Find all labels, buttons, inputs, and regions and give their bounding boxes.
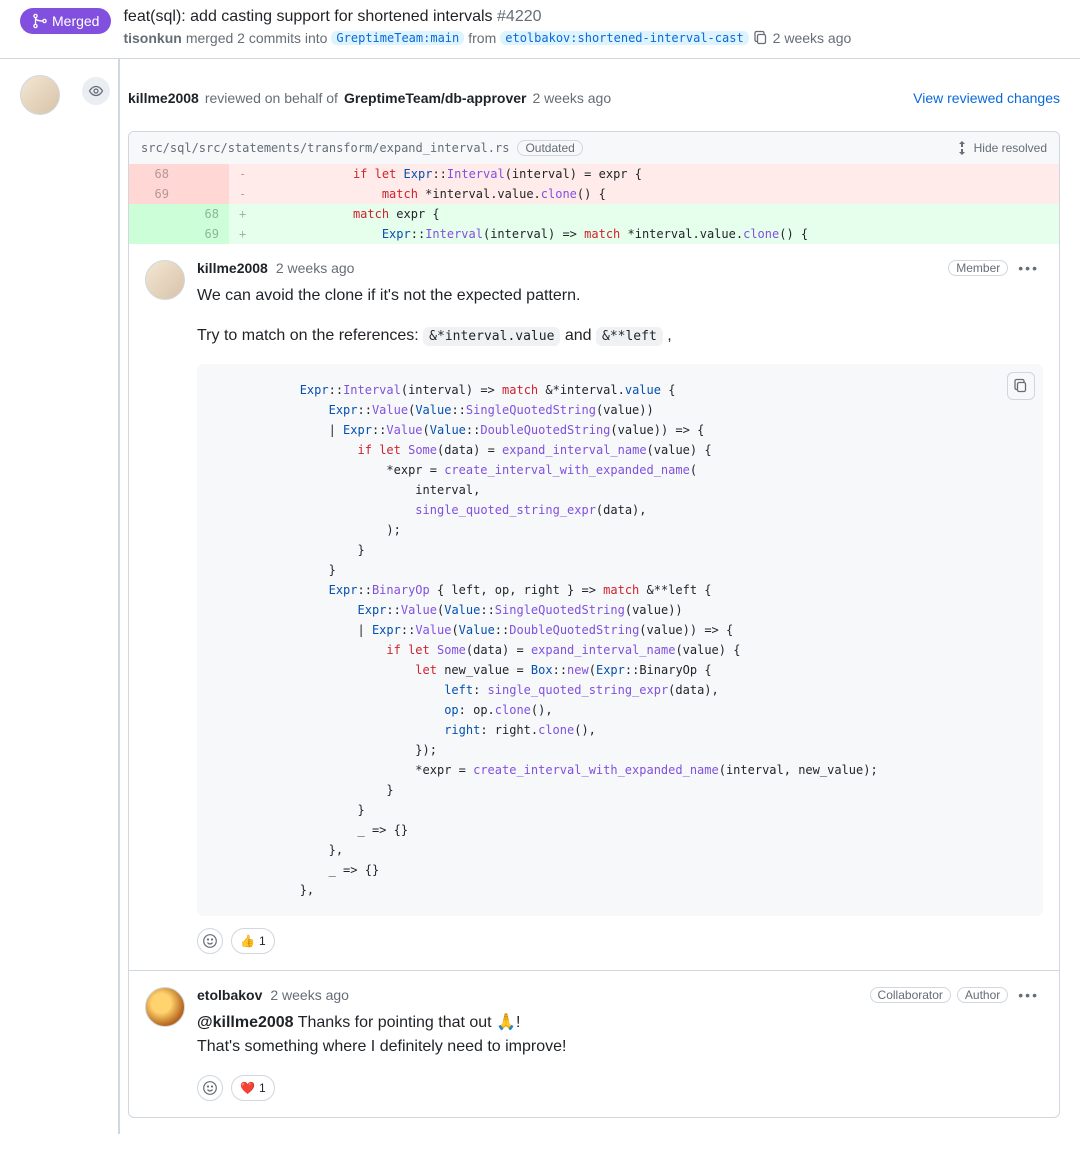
code-block: Expr::Interval(interval) => match &*inte… bbox=[197, 364, 1043, 916]
role-badge: Member bbox=[948, 260, 1008, 276]
diff-table: 68- if let Expr::Interval(interval) = ex… bbox=[129, 164, 1059, 244]
pr-header: Merged feat(sql): add casting support fo… bbox=[0, 0, 1080, 59]
diff-code: match *interval.value.clone() { bbox=[256, 184, 1059, 204]
avatar[interactable] bbox=[145, 987, 185, 1027]
old-line-num bbox=[129, 204, 179, 224]
reaction-count: 1 bbox=[259, 934, 266, 948]
diff-sign: - bbox=[229, 164, 256, 184]
reaction-count: 1 bbox=[259, 1081, 266, 1095]
diff-sign: + bbox=[229, 224, 256, 244]
add-reaction-button[interactable] bbox=[197, 1075, 223, 1101]
diff-sign: + bbox=[229, 204, 256, 224]
old-line-num: 69 bbox=[129, 184, 179, 204]
team-link[interactable]: GreptimeTeam/db-approver bbox=[344, 90, 527, 106]
eye-icon bbox=[80, 75, 112, 107]
emoji: 🙏 bbox=[496, 1014, 516, 1031]
diff-row[interactable]: 69+ Expr::Interval(interval) => match *i… bbox=[129, 224, 1059, 244]
new-line-num bbox=[179, 184, 229, 204]
unfold-icon[interactable] bbox=[954, 140, 970, 156]
comment-author[interactable]: killme2008 bbox=[197, 260, 268, 276]
review-body: src/sql/src/statements/transform/expand_… bbox=[128, 131, 1060, 1118]
add-reaction-button[interactable] bbox=[197, 928, 223, 954]
role-badge: Collaborator bbox=[870, 987, 951, 1003]
new-line-num: 68 bbox=[179, 204, 229, 224]
view-reviewed-changes[interactable]: View reviewed changes bbox=[913, 90, 1060, 106]
copy-icon[interactable] bbox=[753, 30, 769, 46]
inline-code: &**left bbox=[596, 327, 663, 346]
diff-row[interactable]: 69 - match *interval.value.clone() { bbox=[129, 184, 1059, 204]
outdated-badge: Outdated bbox=[517, 140, 582, 156]
head-branch[interactable]: etolbakov:shortened-interval-cast bbox=[500, 31, 748, 45]
diff-row[interactable]: 68 - if let Expr::Interval(interval) = ex… bbox=[129, 164, 1059, 184]
reaction-emoji: 👍 bbox=[240, 934, 255, 948]
base-branch[interactable]: GreptimeTeam:main bbox=[331, 31, 464, 45]
state-text: Merged bbox=[52, 13, 99, 29]
copy-icon[interactable] bbox=[1007, 372, 1035, 400]
comment-time: 2 weeks ago bbox=[276, 260, 355, 276]
avatar[interactable] bbox=[145, 260, 185, 300]
review-event: killme2008 reviewed on behalf of Greptim… bbox=[20, 75, 1060, 115]
review-comment: etolbakov 2 weeks ago Collaborator Author ••… bbox=[129, 970, 1059, 1117]
old-line-num bbox=[129, 224, 179, 244]
pr-title: feat(sql): add casting support for short… bbox=[123, 8, 1060, 26]
old-line-num: 68 bbox=[129, 164, 179, 184]
reaction-button[interactable]: ❤️ 1 bbox=[231, 1075, 275, 1101]
file-path[interactable]: src/sql/src/statements/transform/expand_… bbox=[141, 141, 509, 155]
inline-code: &*interval.value bbox=[423, 327, 560, 346]
comment-time: 2 weeks ago bbox=[270, 987, 349, 1003]
kebab-icon[interactable]: ••• bbox=[1014, 260, 1043, 276]
comment-paragraph: Try to match on the references: &*interv… bbox=[197, 324, 1043, 348]
merge-time: 2 weeks ago bbox=[773, 30, 852, 46]
diff-code: Expr::Interval(interval) => match *inter… bbox=[256, 224, 1059, 244]
diff-code: if let Expr::Interval(interval) = expr { bbox=[256, 164, 1059, 184]
pr-meta: tisonkun merged 2 commits into GreptimeT… bbox=[123, 30, 1060, 46]
kebab-icon[interactable]: ••• bbox=[1014, 987, 1043, 1003]
comment-paragraph: We can avoid the clone if it's not the e… bbox=[197, 284, 1043, 308]
diff-sign: - bbox=[229, 184, 256, 204]
reviewer-link[interactable]: killme2008 bbox=[128, 90, 199, 106]
avatar[interactable] bbox=[20, 75, 60, 115]
new-line-num: 69 bbox=[179, 224, 229, 244]
role-badge: Author bbox=[957, 987, 1008, 1003]
reaction-button[interactable]: 👍1 bbox=[231, 928, 275, 954]
state-badge: Merged bbox=[20, 8, 111, 34]
new-line-num bbox=[179, 164, 229, 184]
comment-paragraph: @killme2008 Thanks for pointing that out… bbox=[197, 1011, 1043, 1059]
review-time: 2 weeks ago bbox=[533, 90, 612, 106]
hide-resolved[interactable]: Hide resolved bbox=[974, 141, 1047, 155]
file-header: src/sql/src/statements/transform/expand_… bbox=[129, 132, 1059, 164]
diff-row[interactable]: 68+ match expr { bbox=[129, 204, 1059, 224]
diff-code: match expr { bbox=[256, 204, 1059, 224]
mention[interactable]: @killme2008 bbox=[197, 1014, 294, 1031]
timeline: killme2008 reviewed on behalf of Greptim… bbox=[0, 59, 1080, 1134]
reaction-emoji: ❤️ bbox=[240, 1081, 255, 1095]
comment-author[interactable]: etolbakov bbox=[197, 987, 262, 1003]
merge-icon bbox=[32, 13, 48, 29]
review-comment: killme2008 2 weeks ago Member ••• We can avo… bbox=[129, 244, 1059, 970]
merge-actor[interactable]: tisonkun bbox=[123, 30, 181, 46]
